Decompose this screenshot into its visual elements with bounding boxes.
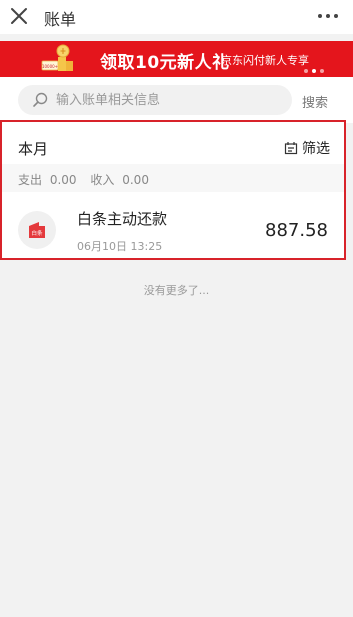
search-box[interactable] [18,85,292,115]
income-label: 收入 [90,173,115,187]
bill-card: 本月 筛选 支出 0.00 收入 0.00 白条 白条主动还款 06月10日 1… [0,120,346,260]
month-summary: 支出 0.00 收入 0.00 [2,164,344,192]
baitiao-logo-icon: 白条 [29,222,45,238]
gift-coin-icon: 10000+ [41,44,73,71]
transaction-amount: 887.58 [265,220,328,241]
search-input[interactable] [56,85,284,115]
transaction-time: 06月10日 13:25 [77,240,163,253]
period-label: 本月 [18,140,49,158]
calendar-filter-icon [284,142,298,155]
banner-dot [304,69,308,73]
no-more-text: 没有更多了... [143,284,210,297]
svg-text:10000+: 10000+ [42,64,58,69]
search-button[interactable]: 搜索 [302,92,328,111]
filter-button[interactable]: 筛选 [284,138,330,158]
banner-dot-active [312,69,316,73]
avatar: 白条 [18,211,56,249]
more-icon[interactable] [317,6,339,26]
page-title: 账单 [44,10,77,29]
expense-value: 0.00 [49,173,77,187]
svg-text:白条: 白条 [31,229,43,237]
income-value: 0.00 [122,173,149,187]
banner-dot [320,69,324,73]
transaction-name: 白条主动还款 [77,210,168,228]
banner-page-indicator [304,69,324,73]
search-bar: 搜索 [0,77,353,123]
expense-label: 支出 [18,173,43,187]
promo-banner[interactable]: 10000+ 领取10元新人礼 京东闪付新人专享 [0,41,353,77]
top-bar: 账单 [0,0,353,34]
close-icon[interactable] [10,7,28,25]
banner-subtext: 京东闪付新人专享 [221,54,309,67]
transaction-row[interactable]: 白条 白条主动还款 06月10日 13:25 887.58 [2,192,344,258]
banner-headline: 领取10元新人礼 [100,53,230,73]
filter-label: 筛选 [302,141,330,157]
search-icon [33,92,48,107]
